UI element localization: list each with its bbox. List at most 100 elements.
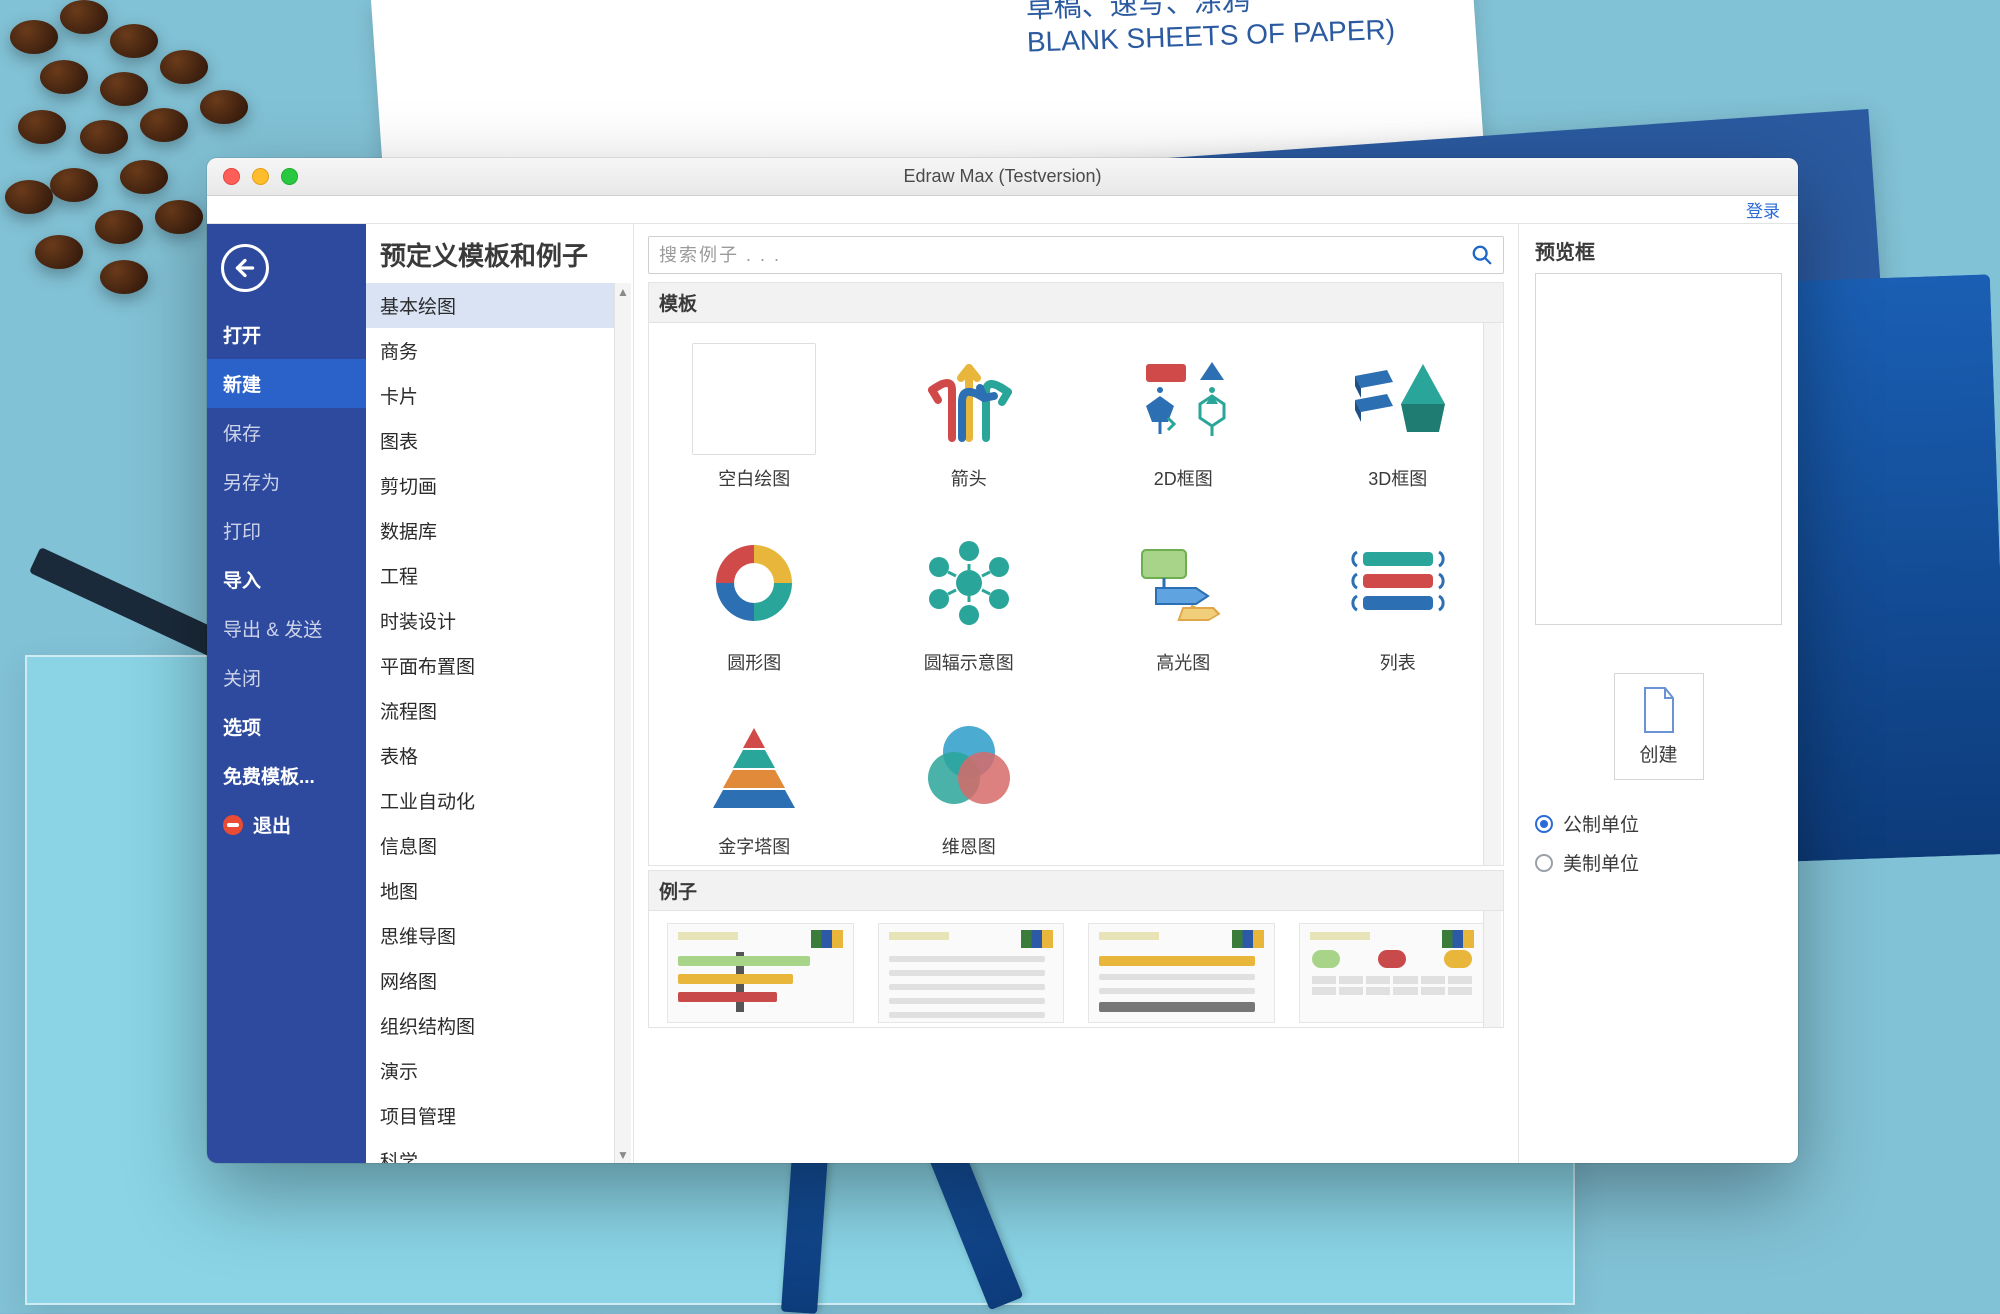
file-sidebar: 打开新建保存另存为打印导入导出 & 发送关闭选项免费模板... 退出 [207, 224, 366, 1163]
blank-icon [692, 343, 816, 455]
unit-metric-label: 公制单位 [1563, 810, 1639, 837]
sidebar-item-label: 另存为 [223, 468, 280, 495]
category-scrollbar[interactable]: ▲▼ [614, 283, 631, 1163]
category-item[interactable]: 组织结构图 [366, 1003, 615, 1048]
login-bar: 登录 [207, 196, 1798, 224]
arrow-left-icon [232, 255, 258, 281]
login-link[interactable]: 登录 [1746, 197, 1780, 222]
back-button[interactable] [221, 244, 269, 292]
template-label: 3D框图 [1368, 465, 1427, 491]
category-item[interactable]: 表格 [366, 733, 615, 778]
preview-box [1535, 273, 1782, 625]
sidebar-item-9[interactable]: 免费模板... [207, 751, 366, 800]
sidebar-item-1[interactable]: 新建 [207, 359, 366, 408]
app-window: Edraw Max (Testversion) 登录 打开新建保存另存为打印导入… [207, 158, 1798, 1163]
spoke-icon [907, 527, 1031, 639]
category-item[interactable]: 工业自动化 [366, 778, 615, 823]
category-item[interactable]: 剪切画 [366, 463, 615, 508]
template-label: 空白绘图 [718, 465, 790, 491]
sidebar-item-label: 导入 [223, 566, 261, 593]
templates-header: 模板 [648, 282, 1504, 323]
sidebar-item-10[interactable]: 退出 [207, 800, 366, 849]
category-item[interactable]: 演示 [366, 1048, 615, 1093]
examples-header: 例子 [648, 870, 1504, 911]
template-label: 金字塔图 [718, 833, 790, 859]
arrows-icon [907, 343, 1031, 455]
category-item[interactable]: 思维导图 [366, 913, 615, 958]
category-item[interactable]: 图表 [366, 418, 615, 463]
venn-icon [907, 711, 1031, 823]
sidebar-item-label: 选项 [223, 713, 261, 740]
template-item[interactable]: 高光图 [1096, 527, 1271, 675]
category-item[interactable]: 数据库 [366, 508, 615, 553]
sidebar-item-label: 保存 [223, 419, 261, 446]
unit-metric-radio[interactable]: 公制单位 [1535, 810, 1782, 837]
sidebar-item-7[interactable]: 关闭 [207, 653, 366, 702]
new-file-icon [1639, 686, 1679, 734]
template-item[interactable]: 箭头 [882, 343, 1057, 491]
category-item[interactable]: 平面布置图 [366, 643, 615, 688]
search-input[interactable] [659, 245, 1471, 266]
category-item[interactable]: 科学 [366, 1138, 615, 1163]
page-title: 预定义模板和例子 [366, 224, 633, 283]
category-item[interactable]: 项目管理 [366, 1093, 615, 1138]
example-item[interactable] [1299, 923, 1486, 1023]
sidebar-item-label: 打开 [223, 321, 261, 348]
exit-icon [223, 815, 243, 835]
donut-icon [692, 527, 816, 639]
create-button[interactable]: 创建 [1614, 673, 1704, 780]
template-label: 列表 [1380, 649, 1416, 675]
sidebar-item-label: 免费模板... [223, 762, 315, 789]
sidebar-item-label: 打印 [223, 517, 261, 544]
sidebar-item-4[interactable]: 打印 [207, 506, 366, 555]
category-item[interactable]: 工程 [366, 553, 615, 598]
sidebar-item-2[interactable]: 保存 [207, 408, 366, 457]
shapes3d-icon [1336, 343, 1460, 455]
unit-imperial-label: 美制单位 [1563, 849, 1639, 876]
template-item[interactable]: 圆形图 [667, 527, 842, 675]
search-box[interactable] [648, 236, 1504, 274]
examples-grid [667, 923, 1485, 1023]
example-item[interactable] [878, 923, 1065, 1023]
window-title: Edraw Max (Testversion) [207, 166, 1798, 187]
category-item[interactable]: 流程图 [366, 688, 615, 733]
category-item[interactable]: 地图 [366, 868, 615, 913]
template-item[interactable]: 金字塔图 [667, 711, 842, 859]
category-item[interactable]: 时装设计 [366, 598, 615, 643]
sidebar-item-0[interactable]: 打开 [207, 310, 366, 359]
template-item[interactable]: 3D框图 [1311, 343, 1486, 491]
template-label: 圆形图 [727, 649, 781, 675]
template-label: 维恩图 [942, 833, 996, 859]
radio-icon [1535, 815, 1553, 833]
titlebar[interactable]: Edraw Max (Testversion) [207, 158, 1798, 196]
example-item[interactable] [667, 923, 854, 1023]
pyramid-icon [692, 711, 816, 823]
template-label: 圆辐示意图 [924, 649, 1014, 675]
category-item[interactable]: 网络图 [366, 958, 615, 1003]
radio-icon [1535, 854, 1553, 872]
example-item[interactable] [1088, 923, 1275, 1023]
category-item[interactable]: 卡片 [366, 373, 615, 418]
sidebar-item-6[interactable]: 导出 & 发送 [207, 604, 366, 653]
sidebar-item-label: 退出 [253, 811, 291, 838]
create-label: 创建 [1639, 740, 1677, 767]
category-item[interactable]: 商务 [366, 328, 615, 373]
shapes2d-icon [1121, 343, 1245, 455]
sidebar-item-3[interactable]: 另存为 [207, 457, 366, 506]
search-icon [1471, 244, 1493, 266]
category-item[interactable]: 信息图 [366, 823, 615, 868]
sidebar-item-5[interactable]: 导入 [207, 555, 366, 604]
template-item[interactable]: 维恩图 [882, 711, 1057, 859]
sidebar-item-8[interactable]: 选项 [207, 702, 366, 751]
sidebar-item-label: 关闭 [223, 664, 261, 691]
sidebar-item-label: 新建 [223, 370, 261, 397]
category-list: 基本绘图商务卡片图表剪切画数据库工程时装设计平面布置图流程图表格工业自动化信息图… [366, 283, 633, 1163]
template-item[interactable]: 圆辐示意图 [882, 527, 1057, 675]
template-item[interactable]: 列表 [1311, 527, 1486, 675]
template-item[interactable]: 空白绘图 [667, 343, 842, 491]
template-label: 2D框图 [1154, 465, 1213, 491]
template-item[interactable]: 2D框图 [1096, 343, 1271, 491]
list-icon [1336, 527, 1460, 639]
unit-imperial-radio[interactable]: 美制单位 [1535, 849, 1782, 876]
category-item[interactable]: 基本绘图 [366, 283, 615, 328]
